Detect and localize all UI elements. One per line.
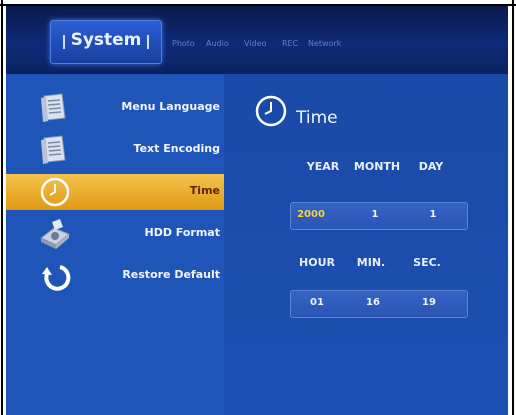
tab-system-label: System [70,30,142,50]
screenshot: System Photo Audio Video REC Network Men… [0,0,516,415]
tab-tick-right [147,35,149,49]
menu-item-menu-language[interactable]: Menu Language [6,90,224,126]
menu-item-hdd-format[interactable]: HDD Format [6,216,224,252]
frame-left-line [1,0,3,415]
menu-item-label: HDD Format [144,226,221,239]
tab-audio[interactable]: Audio [206,39,229,48]
year-value[interactable]: 2000 [286,209,336,220]
hour-value[interactable]: 01 [292,297,342,308]
tv-screen: System Photo Audio Video REC Network Men… [6,6,508,415]
settings-menu: Menu Language Text Encoding Time HDD For… [6,74,224,415]
tab-photo[interactable]: Photo [172,39,195,48]
tab-system[interactable]: System [50,20,162,64]
menu-item-label: Menu Language [121,100,220,113]
month-value[interactable]: 1 [350,209,400,220]
document-icon [41,93,66,122]
tab-network[interactable]: Network [308,39,341,48]
tab-rec[interactable]: REC [282,39,298,48]
restore-icon [42,265,71,291]
panel-title: Time [296,108,338,128]
top-tab-bar: System Photo Audio Video REC Network [6,6,508,74]
min-value[interactable]: 16 [348,297,398,308]
tab-video[interactable]: Video [244,39,266,48]
menu-item-label: Time [189,184,220,197]
menu-item-label: Restore Default [122,268,220,281]
sec-value[interactable]: 19 [404,297,454,308]
day-value[interactable]: 1 [408,209,458,220]
clock-icon [255,95,287,127]
menu-item-text-encoding[interactable]: Text Encoding [6,132,224,168]
hdd-icon [40,219,70,249]
time-settings-panel: Time YEAR MONTH DAY 2000 1 1 HOUR MIN. S… [224,74,508,415]
menu-item-time[interactable]: Time [6,174,224,210]
menu-item-label: Text Encoding [133,142,220,155]
day-header: DAY [418,160,444,173]
clock-icon [40,177,70,207]
document-icon [41,135,66,164]
frame-right-line [512,0,514,415]
menu-item-restore-default[interactable]: Restore Default [6,258,224,294]
sec-header: SEC. [413,256,441,269]
